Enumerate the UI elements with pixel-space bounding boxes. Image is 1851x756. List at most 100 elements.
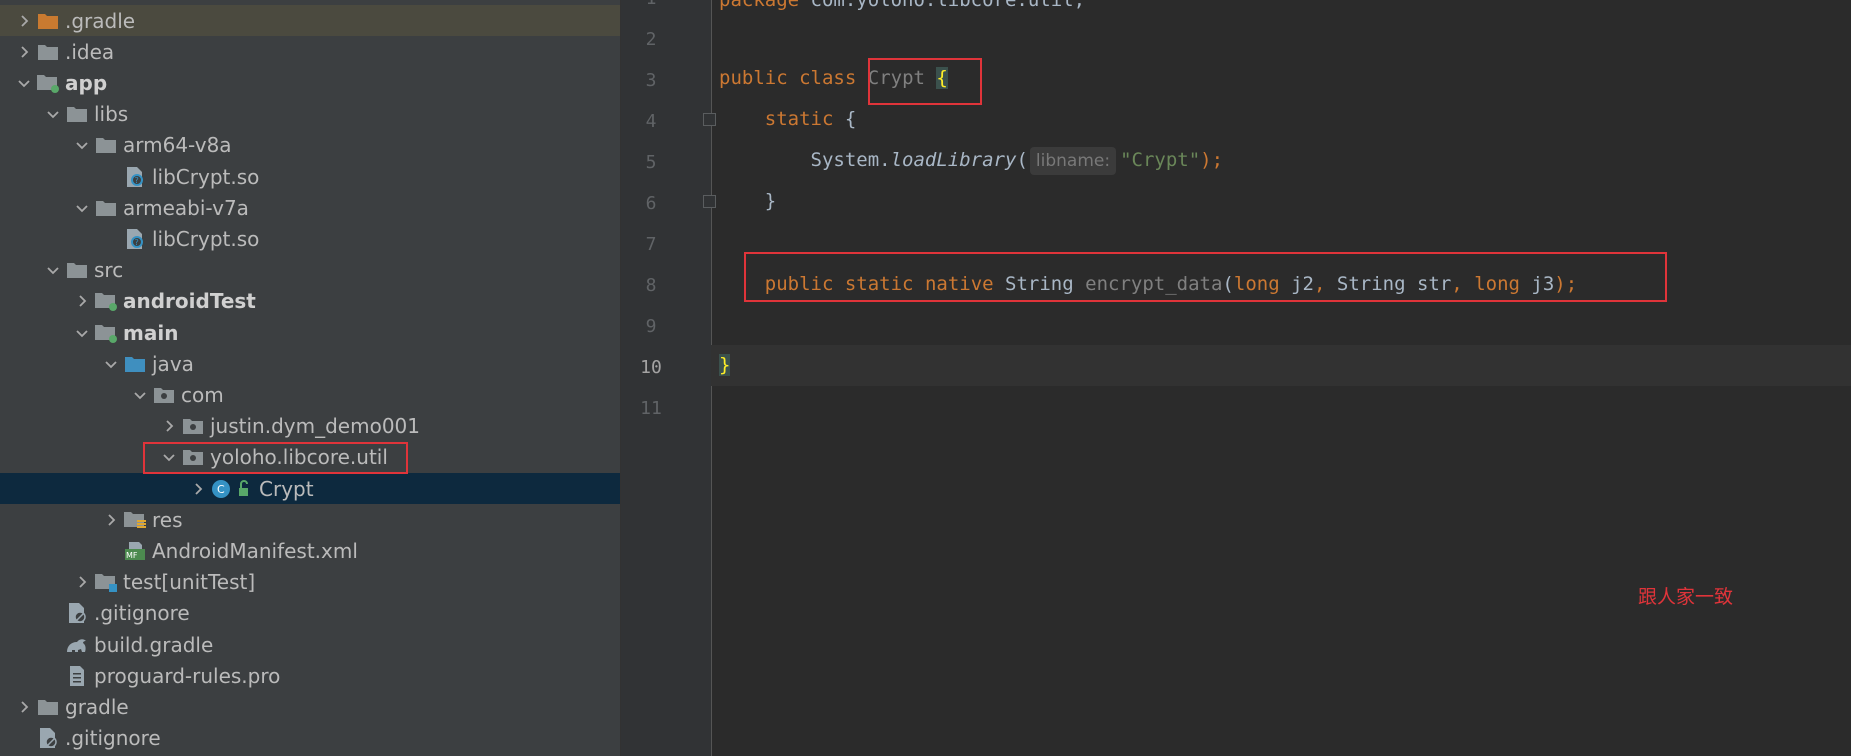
tree-item[interactable]: app — [0, 67, 620, 98]
tree-item[interactable]: androidTest — [0, 286, 620, 317]
string-literal: "Crypt" — [1120, 149, 1201, 171]
tree-item-label: .gradle — [65, 8, 136, 33]
tree-item[interactable]: ? libCrypt.so — [0, 223, 620, 254]
line-number-gutter: 1 2 3 4 5 6 7 8 9 10 11 — [621, 0, 712, 756]
tree-item-label: src — [94, 258, 124, 283]
gradle-file-icon — [65, 629, 89, 660]
keyword: class — [799, 67, 857, 89]
tree-item[interactable]: src — [0, 255, 620, 286]
res-folder-icon — [123, 504, 147, 535]
chevron-right-icon[interactable] — [99, 504, 123, 535]
fold-marker-icon[interactable] — [703, 113, 716, 126]
project-tree: .gradle .idea app libs arm64-v8a? libCrypt.so… — [0, 0, 621, 756]
tree-item-label: justin.dym_demo001 — [210, 414, 420, 439]
line-number: 5 — [645, 152, 657, 173]
code-line-3: public class Crypt { — [719, 58, 948, 99]
source-folder-icon — [123, 348, 147, 379]
return-type: String — [1005, 273, 1074, 295]
chevron-down-icon[interactable] — [99, 348, 123, 379]
tree-item[interactable]: yoloho.libcore.util — [0, 442, 620, 473]
tree-item[interactable]: .gradle — [0, 5, 620, 36]
svg-text:?: ? — [135, 176, 139, 185]
gitignore-file-icon — [65, 598, 89, 629]
chevron-down-icon[interactable] — [41, 99, 65, 130]
tree-item-label: Crypt — [259, 476, 314, 501]
tree-item[interactable]: justin.dym_demo001 — [0, 411, 620, 442]
tree-item[interactable]: libs — [0, 99, 620, 130]
class-name[interactable]: Crypt — [868, 67, 925, 89]
tree-item-label: proguard-rules.pro — [94, 663, 281, 688]
chevron-right-icon[interactable] — [12, 36, 36, 67]
package-icon — [152, 379, 176, 410]
tree-item-label: AndroidManifest.xml — [152, 538, 358, 563]
statement-end: ); — [1200, 149, 1224, 171]
native-library-icon: ? — [123, 161, 147, 192]
tree-item[interactable]: res — [0, 504, 620, 535]
folder-icon — [94, 130, 118, 161]
chevron-right-icon[interactable] — [12, 5, 36, 36]
chevron-right-icon[interactable] — [70, 567, 94, 598]
tree-item-label: androidTest — [123, 289, 256, 314]
chevron-down-icon[interactable] — [41, 255, 65, 286]
tree-item-label: gradle — [65, 694, 129, 719]
chevron-right-icon[interactable] — [186, 473, 210, 504]
tree-item[interactable]: test [unitTest] — [0, 567, 620, 598]
line-number: 8 — [645, 275, 657, 296]
folder-icon — [94, 192, 118, 223]
folder-icon — [65, 99, 89, 130]
text-file-icon — [65, 660, 89, 691]
tree-item[interactable]: com — [0, 379, 620, 410]
code-editor[interactable]: 1 2 3 4 5 6 7 8 9 10 11 package com.yoloho.libcore… — [621, 0, 1851, 756]
code-line-6: } — [719, 181, 776, 222]
chevron-down-icon[interactable] — [70, 192, 94, 223]
line-number: 1 — [621, 0, 681, 9]
module-folder-icon — [94, 317, 118, 348]
chevron-right-icon[interactable] — [157, 411, 181, 442]
method-name[interactable]: encrypt_data — [1085, 273, 1222, 295]
tree-item-label: .gitignore — [65, 726, 161, 751]
line-number: 11 — [640, 398, 662, 419]
chevron-down-icon[interactable] — [157, 442, 181, 473]
tree-item[interactable]: java — [0, 348, 620, 379]
system-ref: System. — [810, 149, 891, 171]
chevron-down-icon[interactable] — [128, 379, 152, 410]
chevron-down-icon[interactable] — [70, 130, 94, 161]
test-folder-icon — [94, 567, 118, 598]
tree-item[interactable]: main — [0, 317, 620, 348]
tree-item[interactable]: .gitignore — [0, 723, 620, 754]
java-class-icon: C — [210, 473, 254, 504]
brace: { — [833, 108, 857, 130]
tree-item[interactable]: MF AndroidManifest.xml — [0, 535, 620, 566]
folder-orange-icon — [36, 5, 60, 36]
chevron-down-icon[interactable] — [12, 67, 36, 98]
tree-item[interactable]: gradle — [0, 691, 620, 722]
tree-item[interactable]: arm64-v8a — [0, 130, 620, 161]
line-number: 2 — [645, 29, 657, 50]
line-number: 7 — [645, 234, 657, 255]
tree-item-label: .idea — [65, 39, 115, 64]
tree-item[interactable]: .idea — [0, 36, 620, 67]
package-icon — [181, 442, 205, 473]
tree-item[interactable]: ? libCrypt.so — [0, 161, 620, 192]
tree-item[interactable]: C Crypt — [0, 473, 620, 504]
tree-item[interactable]: .gitignore — [0, 598, 620, 629]
folder-icon — [65, 255, 89, 286]
code-line-1: package com.yoloho.libcore.util; — [719, 0, 1085, 21]
close-brace: } — [719, 354, 731, 376]
chevron-right-icon[interactable] — [70, 286, 94, 317]
tree-item[interactable]: proguard-rules.pro — [0, 660, 620, 691]
current-line-highlight — [711, 345, 1851, 386]
svg-text:C: C — [217, 483, 225, 496]
tree-item[interactable]: build.gradle — [0, 629, 620, 660]
chevron-right-icon[interactable] — [12, 691, 36, 722]
param-name: j3 — [1519, 273, 1555, 295]
tree-item[interactable]: armeabi-v7a — [0, 192, 620, 223]
chevron-down-icon[interactable] — [70, 317, 94, 348]
method-call[interactable]: loadLibrary — [891, 149, 1017, 171]
fold-marker-icon[interactable] — [703, 195, 716, 208]
tree-item-label: app — [65, 70, 108, 95]
